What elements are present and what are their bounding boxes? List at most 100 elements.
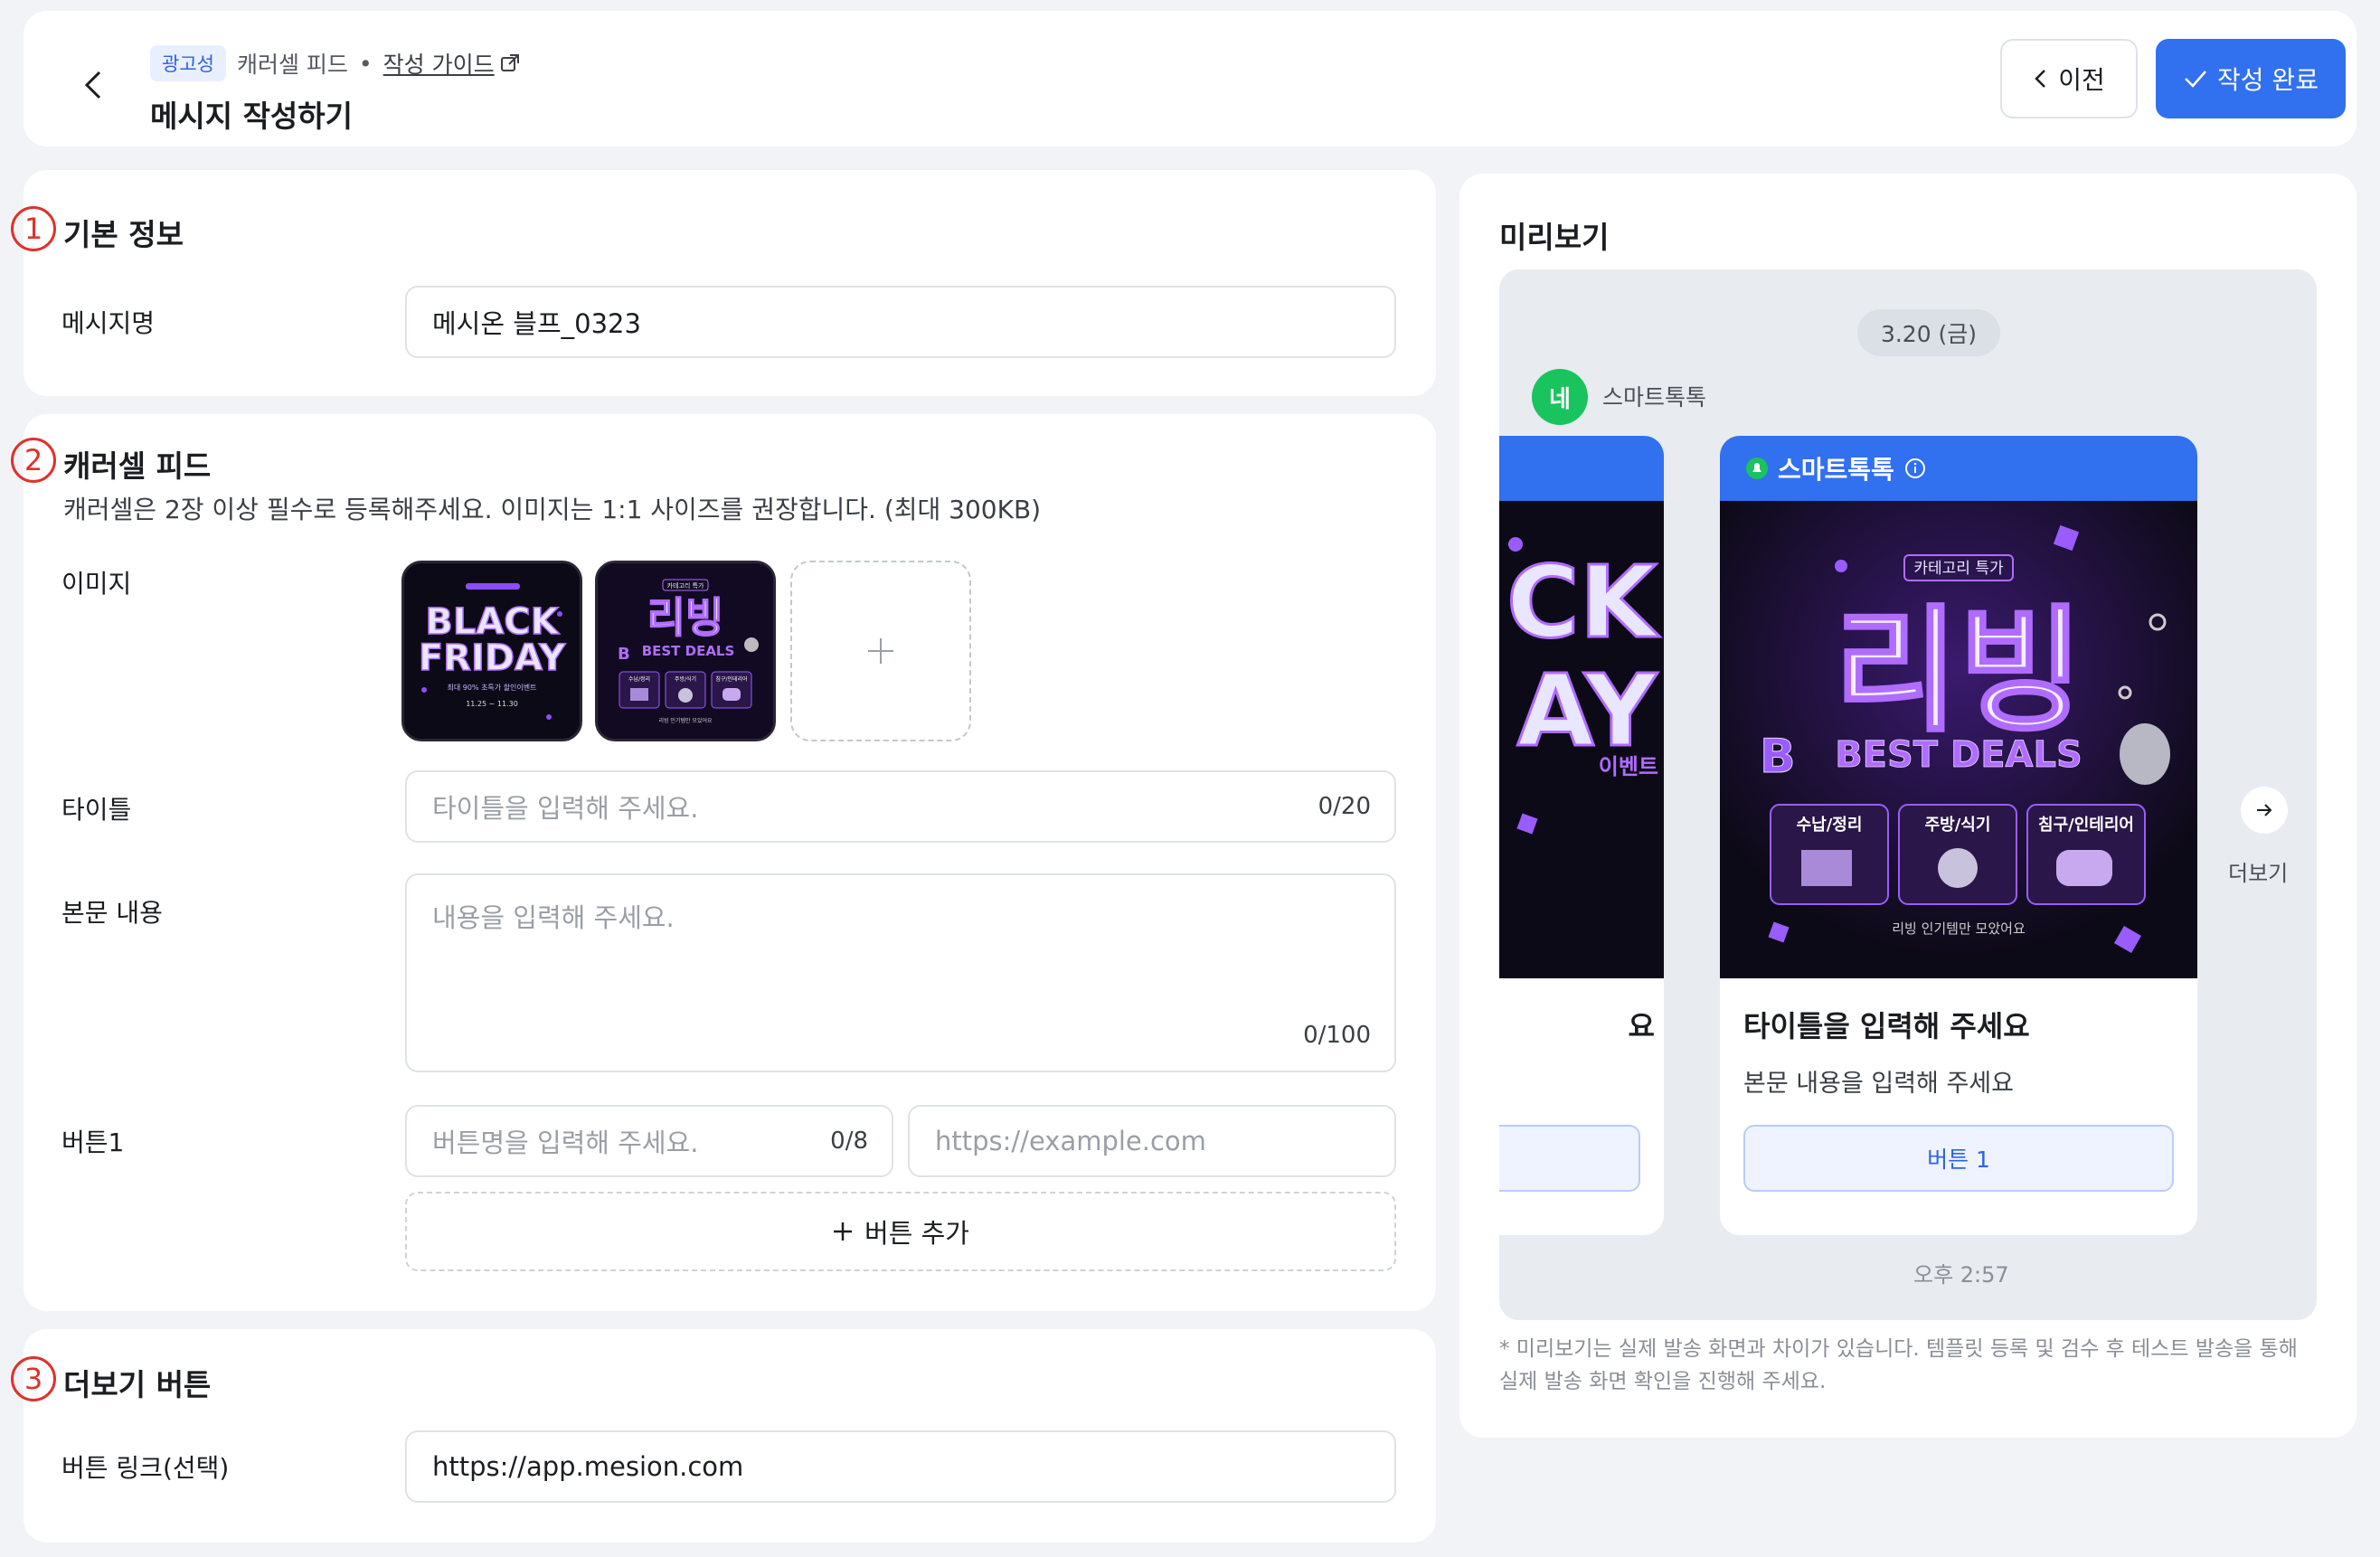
preview-note: * 미리보기는 실제 발송 화면과 차이가 있습니다. 템플릿 등록 및 검수 … [1499, 1337, 2298, 1393]
svg-text:B: B [1760, 730, 1796, 784]
basic-info-section: 1 기본 정보 메시지명 메시온 블프_0323 [11, 170, 1436, 396]
partial-text-2: AY [1517, 653, 1658, 769]
more-label: 더보기 [2228, 861, 2289, 886]
thumb2-sub: BEST DEALS [642, 643, 735, 659]
body-textarea[interactable]: 내용을 입력해 주세요. 0/100 [405, 873, 1396, 1072]
living-deals-preview-image: 카테고리 특가 리빙 BEST DEALS B 수납/정리 주방/식기 침구/인… [1720, 501, 2197, 978]
preview-phone: 3.20 (금) 네 스마트톡톡 CK AY 이벤트 요 스마트톡톡 카테고리 … [1499, 269, 2317, 1320]
thumb1-dates: 11.25 ~ 11.30 [466, 700, 518, 708]
button-link-input[interactable]: https://app.mesion.com [405, 1430, 1396, 1503]
preview-cat-3: 침구/인테리어 [2038, 816, 2134, 835]
preview-card-header-label: 스마트톡톡 [1778, 455, 1894, 485]
info-icon [1904, 458, 1925, 478]
thumb2-big: 리빙 [647, 593, 724, 642]
black-friday-preview-image: CK AY 이벤트 [1499, 501, 1664, 978]
more-button-section: 3 더보기 버튼 버튼 링크(선택) https://app.mesion.co… [11, 1329, 1436, 1543]
bell-icon [1746, 458, 1768, 479]
step-number-2: 2 [11, 438, 56, 483]
plus-icon [834, 1222, 853, 1241]
preview-card-title: 타이틀을 입력해 주세요 [1743, 1009, 2030, 1043]
guide-link-label: 작성 가이드 [382, 52, 495, 78]
partial-button [1499, 1125, 1640, 1192]
preview-image-caption: 리빙 인기템만 모았어요 [1892, 920, 2026, 937]
preview-card-previous[interactable]: CK AY 이벤트 요 [1499, 436, 1664, 1235]
carousel-feed-section: 2 캐러셀 피드 캐러셀은 2장 이상 필수로 등록해주세요. 이미지는 1:1… [11, 414, 1436, 1311]
date-chip: 3.20 (금) [1857, 309, 2000, 356]
preview-image-tag: 카테고리 특가 [1913, 560, 2004, 578]
thumb2-cat-1: 수납/정리 [628, 675, 650, 683]
guide-link[interactable]: 작성 가이드 [383, 47, 520, 80]
back-arrow-icon[interactable] [80, 67, 109, 103]
button-name-placeholder: 버튼명을 입력해 주세요. [432, 1128, 699, 1158]
preview-card-header: 스마트톡톡 [1720, 436, 2197, 501]
preview-image-big: 리빙 [1834, 593, 2083, 750]
add-image-button[interactable] [790, 561, 971, 741]
thumb1-line2: FRIDAY [419, 637, 566, 679]
arrow-right-icon [2257, 804, 2272, 816]
button-link-label: 버튼 링크(선택) [61, 1453, 230, 1483]
living-deals-image: 카테고리 특가 리빙 BEST DEALS B 수납/정리 주방/식기 침구/인… [598, 563, 773, 739]
prev-button[interactable]: 이전 [2000, 39, 2138, 118]
preview-image-sub: BEST DEALS [1835, 734, 2082, 776]
external-link-icon [500, 54, 519, 71]
add-button-button[interactable]: 버튼 추가 [405, 1192, 1396, 1271]
breadcrumb: 광고성 캐러셀 피드 • 작성 가이드 [150, 45, 520, 81]
ad-badge: 광고성 [150, 45, 226, 81]
message-name-label: 메시지명 [61, 308, 156, 338]
body-counter: 0/100 [1303, 1022, 1371, 1049]
carousel-image-2[interactable]: 카테고리 특가 리빙 BEST DEALS B 수납/정리 주방/식기 침구/인… [595, 561, 776, 741]
thumb1-caption: 최대 90% 초특가 할인이벤트 [447, 683, 536, 692]
prev-button-label: 이전 [2058, 65, 2105, 95]
add-button-label: 버튼 추가 [864, 1218, 969, 1249]
svg-text:B: B [618, 645, 630, 664]
carousel-description: 캐러셀은 2장 이상 필수로 등록해주세요. 이미지는 1:1 사이즈를 권장합… [63, 495, 1042, 524]
title-counter: 0/20 [1318, 793, 1371, 820]
chevron-left-icon [2035, 70, 2046, 88]
preview-cat-1: 수납/정리 [1797, 816, 1863, 835]
preview-card-button[interactable]: 버튼 1 [1743, 1125, 2174, 1192]
message-name-value: 메시온 블프_0323 [432, 308, 641, 339]
button-name-counter: 0/8 [830, 1128, 868, 1155]
button1-label: 버튼1 [61, 1128, 125, 1157]
title-label: 타이틀 [61, 795, 132, 825]
check-icon [2185, 71, 2206, 88]
sender-name: 스마트톡톡 [1602, 384, 1707, 410]
page-title: 메시지 작성하기 [150, 99, 354, 134]
message-type-label: 캐러셀 피드 [236, 52, 348, 78]
image-label: 이미지 [61, 569, 132, 599]
step-number-1: 1 [11, 206, 56, 251]
partial-event-text: 이벤트 [1599, 754, 1658, 779]
preview-card-body: 본문 내용을 입력해 주세요 [1743, 1070, 2014, 1098]
title-input[interactable]: 타이틀을 입력해 주세요. 0/20 [405, 770, 1396, 843]
preview-card-current[interactable]: 스마트톡톡 카테고리 특가 리빙 BEST DEALS B 수납/정리 주방/식… [1720, 436, 2197, 1235]
message-time: 오후 2:57 [1913, 1262, 2009, 1288]
preview-title: 미리보기 [1499, 220, 1610, 255]
sender-avatar: 네 [1532, 369, 1588, 425]
separator-dot: • [358, 50, 373, 77]
partial-title: 요 [1628, 1009, 1655, 1043]
message-name-input[interactable]: 메시온 블프_0323 [405, 286, 1396, 358]
body-label: 본문 내용 [61, 898, 163, 928]
thumb2-cat-2: 주방/식기 [675, 675, 696, 683]
carousel-title: 캐러셀 피드 [63, 448, 212, 484]
button-url-input[interactable]: https://example.com [908, 1105, 1396, 1177]
page-header: 광고성 캐러셀 피드 • 작성 가이드 메시지 작성하기 이전 작성 완료 [24, 11, 2356, 146]
button-link-value: https://app.mesion.com [432, 1451, 744, 1482]
more-arrow-button[interactable] [2241, 787, 2288, 834]
body-placeholder: 내용을 입력해 주세요. [432, 902, 675, 933]
basic-info-title: 기본 정보 [63, 217, 184, 252]
title-placeholder: 타이틀을 입력해 주세요. [432, 793, 699, 824]
button-url-placeholder: https://example.com [935, 1126, 1206, 1156]
preview-panel: 미리보기 3.20 (금) 네 스마트톡톡 CK AY 이벤트 요 스마트톡톡 … [1459, 174, 2356, 1438]
preview-card-image: 카테고리 특가 리빙 BEST DEALS B 수납/정리 주방/식기 침구/인… [1720, 501, 2197, 978]
step-number-3: 3 [11, 1356, 56, 1401]
complete-button-label: 작성 완료 [2217, 65, 2319, 95]
partial-text-1: CK [1506, 544, 1660, 660]
button-name-input[interactable]: 버튼명을 입력해 주세요. 0/8 [405, 1105, 893, 1177]
complete-button[interactable]: 작성 완료 [2156, 39, 2346, 118]
plus-icon [868, 638, 893, 664]
carousel-image-1[interactable]: BLACK FRIDAY 최대 90% 초특가 할인이벤트 11.25 ~ 11… [401, 561, 582, 741]
preview-cat-2: 주방/식기 [1925, 816, 1991, 835]
thumb2-caption: 리빙 인기템만 모았어요 [658, 717, 712, 724]
thumb2-cat-3: 침구/인테리어 [715, 675, 747, 683]
